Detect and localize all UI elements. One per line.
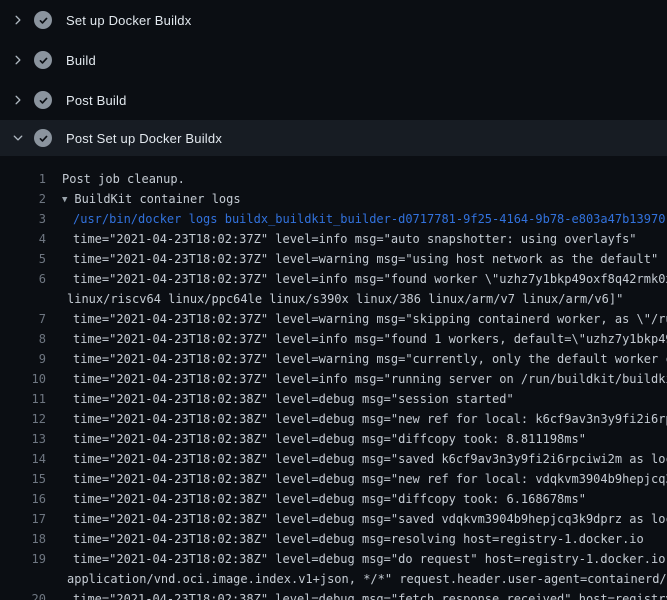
log-output: 1 Post job cleanup. 2 ▼ BuildKit containe… (0, 156, 667, 600)
line-number[interactable]: 6 (0, 269, 46, 289)
step-row-set-up-docker-buildx[interactable]: Set up Docker Buildx (0, 0, 667, 40)
chevron-right-icon (10, 52, 26, 68)
line-number (0, 289, 46, 309)
log-line: 16 time="2021-04-23T18:02:38Z" level=deb… (0, 489, 667, 509)
line-number[interactable]: 19 (0, 549, 46, 569)
line-number[interactable]: 14 (0, 449, 46, 469)
line-number[interactable]: 1 (0, 169, 46, 189)
step-row-post-set-up-docker-buildx[interactable]: Post Set up Docker Buildx (0, 120, 667, 156)
log-line: 1 Post job cleanup. (0, 169, 667, 189)
log-line: 18 time="2021-04-23T18:02:38Z" level=deb… (0, 529, 667, 549)
success-check-icon (34, 129, 52, 147)
log-group-title: BuildKit container logs (74, 192, 240, 206)
log-line: 15 time="2021-04-23T18:02:38Z" level=deb… (0, 469, 667, 489)
log-text: time="2021-04-23T18:02:38Z" level=debug … (73, 389, 514, 409)
log-text: Post job cleanup. (62, 169, 185, 189)
chevron-right-icon (10, 92, 26, 108)
steps-list: Set up Docker Buildx Build Post Build (0, 0, 667, 156)
success-check-icon (34, 51, 52, 69)
log-text: time="2021-04-23T18:02:37Z" level=warnin… (73, 309, 667, 329)
log-line: 12 time="2021-04-23T18:02:38Z" level=deb… (0, 409, 667, 429)
chevron-right-icon (10, 12, 26, 28)
line-number[interactable]: 18 (0, 529, 46, 549)
chevron-down-icon (10, 130, 26, 146)
log-line: 19 time="2021-04-23T18:02:38Z" level=deb… (0, 549, 667, 569)
line-number[interactable]: 15 (0, 469, 46, 489)
line-number[interactable]: 16 (0, 489, 46, 509)
log-text: linux/riscv64 linux/ppc64le linux/s390x … (67, 289, 623, 309)
log-line: 4 time="2021-04-23T18:02:37Z" level=info… (0, 229, 667, 249)
log-text: time="2021-04-23T18:02:38Z" level=debug … (73, 489, 586, 509)
success-check-icon (34, 91, 52, 109)
line-number[interactable]: 17 (0, 509, 46, 529)
log-text: time="2021-04-23T18:02:38Z" level=debug … (73, 589, 667, 600)
line-number[interactable]: 7 (0, 309, 46, 329)
log-text: time="2021-04-23T18:02:37Z" level=info m… (73, 269, 667, 289)
line-number[interactable]: 8 (0, 329, 46, 349)
log-text: time="2021-04-23T18:02:38Z" level=debug … (73, 509, 667, 529)
log-line: 6 time="2021-04-23T18:02:37Z" level=info… (0, 269, 667, 289)
step-label: Post Build (66, 93, 127, 108)
log-text: time="2021-04-23T18:02:37Z" level=warnin… (73, 249, 658, 269)
log-line-continuation: linux/riscv64 linux/ppc64le linux/s390x … (0, 289, 667, 309)
line-number[interactable]: 3 (0, 209, 46, 229)
log-line: 5 time="2021-04-23T18:02:37Z" level=warn… (0, 249, 667, 269)
step-label: Post Set up Docker Buildx (66, 131, 222, 146)
step-label: Set up Docker Buildx (66, 13, 191, 28)
line-number[interactable]: 11 (0, 389, 46, 409)
line-number (0, 569, 46, 589)
line-number[interactable]: 10 (0, 369, 46, 389)
log-group-line[interactable]: 2 ▼ BuildKit container logs (0, 189, 667, 209)
line-number[interactable]: 9 (0, 349, 46, 369)
log-text: time="2021-04-23T18:02:38Z" level=debug … (73, 449, 667, 469)
log-text: time="2021-04-23T18:02:38Z" level=debug … (73, 529, 644, 549)
log-line-continuation: application/vnd.oci.image.index.v1+json,… (0, 569, 667, 589)
log-text: time="2021-04-23T18:02:37Z" level=info m… (73, 229, 637, 249)
log-text: time="2021-04-23T18:02:38Z" level=debug … (73, 409, 667, 429)
log-line: 7 time="2021-04-23T18:02:37Z" level=warn… (0, 309, 667, 329)
log-line: 14 time="2021-04-23T18:02:38Z" level=deb… (0, 449, 667, 469)
line-number[interactable]: 2 (0, 189, 46, 209)
command-text: /usr/bin/docker logs buildx_buildkit_bui… (73, 209, 665, 229)
log-line: 13 time="2021-04-23T18:02:38Z" level=deb… (0, 429, 667, 449)
log-line: 8 time="2021-04-23T18:02:37Z" level=info… (0, 329, 667, 349)
log-line: 20 time="2021-04-23T18:02:38Z" level=deb… (0, 589, 667, 600)
log-text: time="2021-04-23T18:02:37Z" level=warnin… (73, 349, 667, 369)
step-row-build[interactable]: Build (0, 40, 667, 80)
line-number[interactable]: 12 (0, 409, 46, 429)
log-text: time="2021-04-23T18:02:37Z" level=info m… (73, 329, 667, 349)
disclosure-open-icon: ▼ (62, 195, 67, 205)
log-line-command: 3 /usr/bin/docker logs buildx_buildkit_b… (0, 209, 667, 229)
log-line: 10 time="2021-04-23T18:02:37Z" level=inf… (0, 369, 667, 389)
line-number[interactable]: 20 (0, 589, 46, 600)
log-text: time="2021-04-23T18:02:38Z" level=debug … (73, 429, 586, 449)
step-row-post-build[interactable]: Post Build (0, 80, 667, 120)
actions-log-viewer: Set up Docker Buildx Build Post Build (0, 0, 667, 600)
log-text: application/vnd.oci.image.index.v1+json,… (67, 569, 667, 589)
line-number[interactable]: 13 (0, 429, 46, 449)
line-number[interactable]: 5 (0, 249, 46, 269)
log-text: time="2021-04-23T18:02:37Z" level=info m… (73, 369, 667, 389)
log-text: time="2021-04-23T18:02:38Z" level=debug … (73, 469, 667, 489)
log-group-toggle[interactable]: ▼ BuildKit container logs (62, 189, 241, 209)
success-check-icon (34, 11, 52, 29)
log-text: time="2021-04-23T18:02:38Z" level=debug … (73, 549, 667, 569)
step-label: Build (66, 53, 96, 68)
log-line: 11 time="2021-04-23T18:02:38Z" level=deb… (0, 389, 667, 409)
log-line: 17 time="2021-04-23T18:02:38Z" level=deb… (0, 509, 667, 529)
line-number[interactable]: 4 (0, 229, 46, 249)
log-line: 9 time="2021-04-23T18:02:37Z" level=warn… (0, 349, 667, 369)
